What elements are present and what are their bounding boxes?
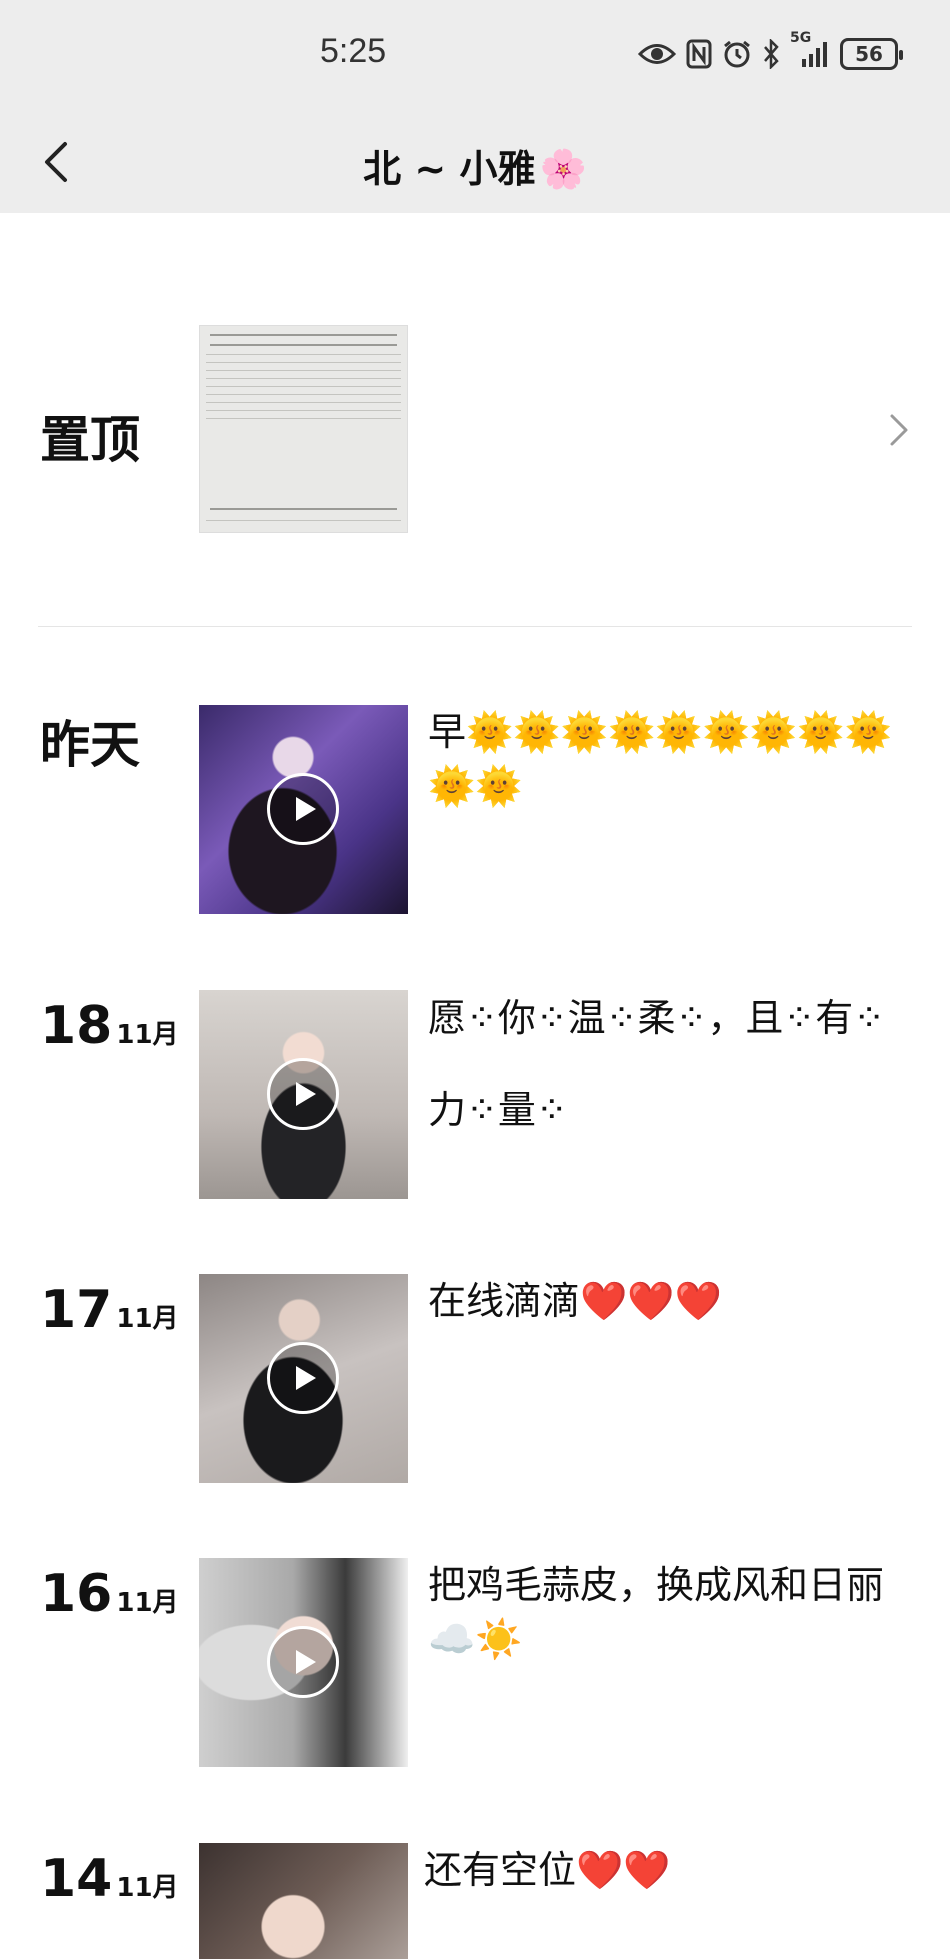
post-date: 17 11月: [40, 1280, 179, 1340]
post-date: 昨天: [40, 716, 140, 774]
nav-bar: 北 ~ 小雅 🌸: [0, 110, 950, 213]
post-date: 16 11月: [40, 1564, 179, 1624]
post-day: 14: [40, 1849, 113, 1909]
video-thumbnail[interactable]: [199, 705, 408, 914]
pinned-row[interactable]: [0, 300, 950, 560]
post-date: 18 11月: [40, 996, 179, 1056]
post-day: 17: [40, 1280, 113, 1340]
post-day: 18: [40, 996, 113, 1056]
video-thumbnail[interactable]: [199, 1558, 408, 1767]
eye-icon: [638, 36, 676, 72]
post-text: 还有空位❤️❤️: [424, 1848, 671, 1892]
post-item[interactable]: 18 11月 愿⁘你⁘温⁘柔⁘，且⁘有⁘力⁘量⁘: [0, 990, 950, 1210]
battery-icon: 56: [840, 38, 903, 70]
post-text: 愿⁘你⁘温⁘柔⁘，且⁘有⁘力⁘量⁘: [428, 996, 886, 1132]
video-thumbnail[interactable]: [199, 1274, 408, 1483]
post-month: 11月: [116, 1873, 179, 1903]
play-icon: [267, 1058, 339, 1130]
post-text: 把鸡毛蒜皮，换成风和日丽☁️☀️: [428, 1563, 885, 1661]
bluetooth-icon: [762, 36, 780, 72]
post-item[interactable]: 16 11月 把鸡毛蒜皮，换成风和日丽☁️☀️: [0, 1558, 950, 1778]
status-time: 5:25: [320, 32, 387, 70]
post-month: 11月: [116, 1304, 179, 1334]
post-text: 在线滴滴❤️❤️❤️: [428, 1279, 722, 1323]
alarm-icon: [722, 36, 752, 72]
section-divider: [38, 626, 912, 627]
post-month: 11月: [116, 1020, 179, 1050]
play-icon: [267, 773, 339, 845]
chevron-right-icon: [890, 414, 908, 446]
signal-icon: 5G: [790, 30, 830, 72]
pinned-label: 置顶: [40, 411, 140, 469]
nfc-icon: [686, 36, 712, 72]
page-title-text: 北 ~ 小雅: [363, 147, 536, 191]
post-text: 早🌞🌞🌞🌞🌞🌞🌞🌞🌞🌞🌞: [428, 710, 892, 808]
post-item[interactable]: 17 11月 在线滴滴❤️❤️❤️: [0, 1274, 950, 1494]
page-title: 北 ~ 小雅 🌸: [0, 138, 950, 193]
photo-thumbnail[interactable]: [199, 1843, 408, 1959]
play-icon: [267, 1626, 339, 1698]
post-date: 14 11月: [40, 1849, 179, 1909]
pinned-thumbnail[interactable]: [199, 325, 408, 533]
play-icon: [267, 1342, 339, 1414]
status-icons: 5G 56: [638, 30, 903, 72]
post-item[interactable]: 昨天 早🌞🌞🌞🌞🌞🌞🌞🌞🌞🌞🌞: [0, 705, 950, 925]
video-thumbnail[interactable]: [199, 990, 408, 1199]
network-type: 5G: [790, 30, 812, 46]
post-day: 16: [40, 1564, 113, 1624]
post-item[interactable]: 14 11月 还有空位❤️❤️: [0, 1843, 950, 1959]
status-bar: 5:25 5G 56: [0, 0, 950, 110]
post-month: 11月: [116, 1588, 179, 1618]
flower-emoji: 🌸: [539, 147, 587, 191]
